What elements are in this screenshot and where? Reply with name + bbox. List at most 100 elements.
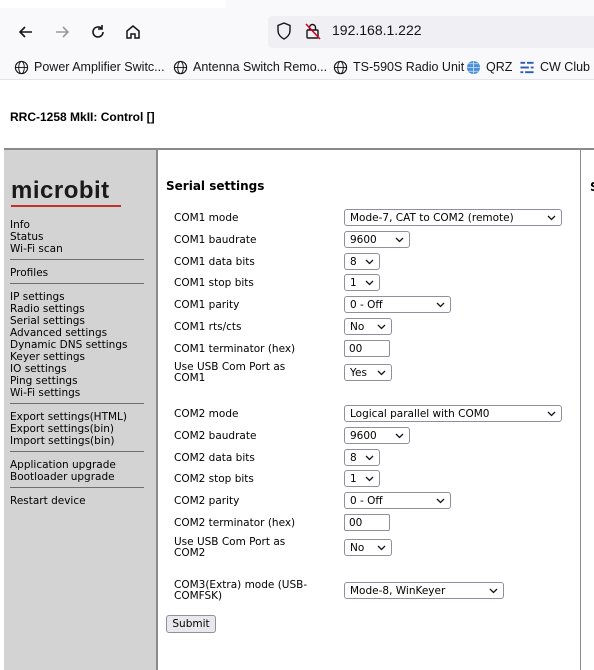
chevron-down-icon (547, 215, 556, 221)
com1-baudrate-select[interactable]: 9600 (344, 231, 410, 248)
globe-icon (173, 60, 188, 74)
bookmark-label: QRZ (486, 60, 513, 74)
com2-terminator-value: 00 (349, 517, 363, 529)
sidebar-item-restart-device[interactable]: Restart device (10, 495, 86, 507)
sidebar-item-dynamic-dns-settings[interactable]: Dynamic DNS settings (10, 339, 127, 351)
sidebar-item-info[interactable]: Info (10, 219, 63, 231)
next-panel-heading-fragment: S (590, 180, 594, 194)
home-button[interactable] (121, 20, 145, 44)
sidebar-item-serial-settings[interactable]: Serial settings (10, 315, 127, 327)
bookmark-ts590s[interactable]: TS-590S Radio Unit (333, 57, 464, 77)
com1-parity-select[interactable]: 0 - Off (344, 296, 451, 313)
com1-stop-bits-label: COM1 stop bits (174, 277, 254, 289)
sidebar-item-io-settings[interactable]: IO settings (10, 363, 127, 375)
globe-icon (14, 60, 29, 74)
sidebar-item-wifi-settings[interactable]: Wi-Fi settings (10, 387, 127, 399)
menu-group-restart: Restart device (10, 495, 86, 507)
page-title: RRC-1258 MkII: Control [] (10, 110, 155, 124)
chevron-down-icon (436, 498, 445, 504)
bookmark-label: CW Club R (540, 60, 594, 74)
com2-parity-select[interactable]: 0 - Off (344, 492, 451, 509)
sidebar: microbit Info Status Wi-Fi scan Profiles… (4, 150, 158, 670)
com2-parity-value: 0 - Off (350, 495, 383, 507)
menu-divider (10, 487, 144, 488)
sidebar-item-export-html[interactable]: Export settings(HTML) (10, 411, 127, 423)
com2-baudrate-select[interactable]: 9600 (344, 427, 410, 444)
com1-data-bits-value: 8 (350, 256, 357, 268)
com1-data-bits-select[interactable]: 8 (344, 253, 380, 270)
url-bar[interactable]: 192.168.1.222 (268, 16, 594, 48)
com3-mode-select[interactable]: Mode-8, WinKeyer (344, 582, 504, 599)
com1-rtscts-value: No (350, 321, 365, 333)
forward-arrow-icon (56, 26, 70, 38)
sidebar-item-bootloader-upgrade[interactable]: Bootloader upgrade (10, 471, 116, 483)
sidebar-item-keyer-settings[interactable]: Keyer settings (10, 351, 127, 363)
sidebar-item-advanced-settings[interactable]: Advanced settings (10, 327, 127, 339)
com1-terminator-label: COM1 terminator (hex) (174, 343, 296, 355)
menu-group-profiles: Profiles (10, 267, 48, 279)
com1-usb-value: Yes (350, 367, 367, 379)
sidebar-item-export-bin[interactable]: Export settings(bin) (10, 423, 127, 435)
insecure-lock-icon[interactable] (304, 22, 322, 40)
bookmark-antenna-switch[interactable]: Antenna Switch Remo... (173, 57, 327, 77)
com2-stop-bits-value: 1 (350, 473, 357, 485)
com1-stop-bits-select[interactable]: 1 (344, 274, 380, 291)
tracking-shield-icon[interactable] (276, 22, 292, 40)
back-button[interactable] (14, 20, 38, 44)
chevron-down-icon (377, 545, 386, 551)
menu-group-settings: IP settings Radio settings Serial settin… (10, 291, 127, 399)
com1-mode-select[interactable]: Mode-7, CAT to COM2 (remote) (344, 209, 562, 226)
chevron-down-icon (365, 259, 374, 265)
com2-stop-bits-select[interactable]: 1 (344, 470, 380, 487)
menu-divider (10, 403, 144, 404)
browser-toolbar: 192.168.1.222 (0, 0, 594, 55)
com2-parity-label: COM2 parity (174, 495, 240, 507)
reload-button[interactable] (86, 20, 110, 44)
com2-baudrate-label: COM2 baudrate (174, 430, 257, 442)
bookmark-qrz[interactable]: QRZ (466, 57, 512, 77)
sidebar-item-application-upgrade[interactable]: Application upgrade (10, 459, 116, 471)
com1-terminator-input[interactable]: 00 (344, 340, 390, 357)
com1-rtscts-select[interactable]: No (344, 318, 392, 335)
bookmark-power-amplifier[interactable]: Power Amplifier Switc... (14, 57, 165, 77)
com1-mode-label: COM1 mode (174, 212, 239, 224)
section-title: Serial settings (166, 179, 265, 193)
chevron-down-icon (395, 433, 404, 439)
com1-usb-select[interactable]: Yes (344, 364, 392, 381)
menu-group-info: Info Status Wi-Fi scan (10, 219, 63, 255)
menu-group-export: Export settings(HTML) Export settings(bi… (10, 411, 127, 447)
com2-data-bits-select[interactable]: 8 (344, 449, 380, 466)
chevron-down-icon (547, 411, 556, 417)
chevron-down-icon (436, 302, 445, 308)
chevron-down-icon (365, 476, 374, 482)
logo-underline (11, 205, 121, 207)
chevron-down-icon (489, 588, 498, 594)
bookmark-label: TS-590S Radio Unit (353, 60, 465, 74)
com2-data-bits-label: COM2 data bits (174, 452, 255, 464)
forward-button[interactable] (50, 20, 74, 44)
bookmark-cw-club[interactable]: CW Club R (519, 57, 594, 77)
sidebar-item-import-bin[interactable]: Import settings(bin) (10, 435, 127, 447)
sidebar-item-radio-settings[interactable]: Radio settings (10, 303, 127, 315)
com3-mode-label: COM3(Extra) mode (USB- COMFSK) (174, 580, 307, 602)
com3-mode-label-line2: COMFSK) (174, 590, 223, 602)
chevron-down-icon (377, 324, 386, 330)
sidebar-item-status[interactable]: Status (10, 231, 63, 243)
home-icon (126, 25, 140, 39)
chevron-down-icon (377, 370, 386, 376)
sidebar-item-wifi-scan[interactable]: Wi-Fi scan (10, 243, 63, 255)
sidebar-item-ip-settings[interactable]: IP settings (10, 291, 127, 303)
com1-usb-label-line2: COM1 (174, 372, 206, 384)
sidebar-item-ping-settings[interactable]: Ping settings (10, 375, 127, 387)
com2-terminator-input[interactable]: 00 (344, 514, 390, 531)
menu-divider (10, 283, 144, 284)
submit-button[interactable]: Submit (166, 615, 216, 633)
com2-usb-select[interactable]: No (344, 539, 392, 556)
com1-data-bits-label: COM1 data bits (174, 256, 255, 268)
sidebar-item-profiles[interactable]: Profiles (10, 267, 48, 279)
com2-mode-select[interactable]: Logical parallel with COM0 (344, 405, 562, 422)
com1-parity-value: 0 - Off (350, 299, 383, 311)
globe-icon (333, 60, 348, 74)
com2-mode-value: Logical parallel with COM0 (350, 408, 490, 420)
com1-mode-value: Mode-7, CAT to COM2 (remote) (350, 212, 514, 224)
